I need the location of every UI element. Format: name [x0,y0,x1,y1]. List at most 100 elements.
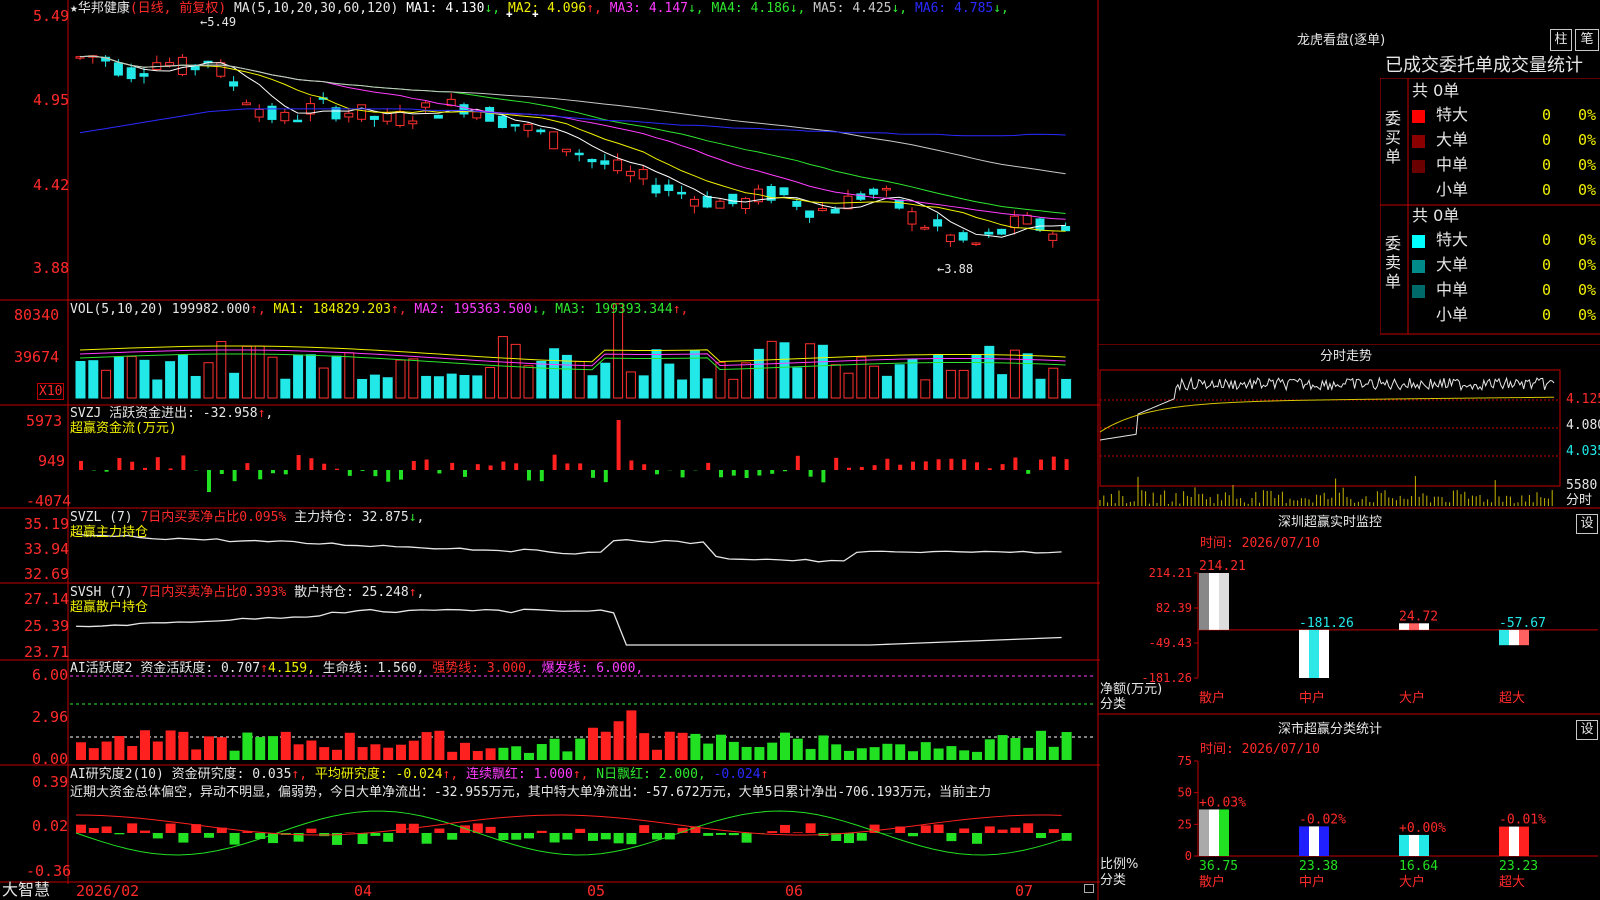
stats-title: 已成交委托单成交量统计 [1385,55,1583,76]
ma-line-1 [79,55,1066,238]
candle-body [945,234,955,243]
volume-bar [766,340,777,399]
candle-body [715,200,725,209]
volume-bar [677,379,688,399]
candle-body [497,115,507,129]
svzj-sub: 超赢资金流(万元) [70,421,177,436]
volume-bar [293,354,304,399]
buy-row-count: 0 [1542,131,1552,149]
volume-bar [203,362,214,399]
svsh-sub: 超赢散户持仓 [70,600,149,615]
volume-bar [510,343,521,399]
intraday-price-1: 4.125 [1566,392,1600,407]
fund-flow-bar [104,470,109,472]
volume-bar [817,344,828,399]
bar-mode-button[interactable]: 柱 [1550,29,1572,51]
activity-bar [754,747,765,760]
research-bar [1010,827,1021,833]
candle-body [229,81,239,87]
candle-body [613,159,623,172]
research-bar [344,832,355,833]
research-bar [997,829,1008,833]
research-bar [114,833,125,835]
lock-icon[interactable] [1084,884,1094,893]
research-bar [613,833,624,844]
buy-row-pct: 0% [1578,106,1597,124]
volume-bar [446,373,457,399]
sell-row-pct: 0% [1578,281,1597,299]
volume-bar [357,378,368,399]
candle-body [126,67,136,80]
sell-color-swatch [1412,285,1425,298]
research-bar [959,828,970,833]
activity-bar [1023,747,1034,760]
classify-chart[interactable]: 75 50 25 0 +0.03% 36.75散户 -0.02% 23.38中户 +0.00% 1… [1098,716,1600,900]
research-bar [127,823,138,833]
svzl-series [75,533,1062,563]
bar-大户 [1399,834,1409,856]
research-bar [434,828,445,833]
price-tick-2: 4.95 [33,91,70,109]
volume-bar [408,358,419,399]
volume-bar [485,367,496,399]
activity-bar [716,734,726,760]
activity-bar [946,746,957,760]
activity-bar [229,750,240,760]
vol-unit[interactable]: X10 [37,383,65,400]
research-bar [76,824,86,833]
candle-body [600,160,610,165]
main-chart-canvas[interactable]: ✚✚ [0,0,1100,900]
volume-bar [433,376,444,399]
activity-bar [805,748,816,760]
fund-flow-bar [347,470,352,476]
activity-bar [165,730,176,760]
activity-bar [613,721,624,760]
volume-bar [75,360,86,399]
volume-bar [472,375,483,399]
xaxis-label-3: 05 [587,882,606,900]
monitor-chart[interactable]: 214.2182.39-49.43-181.26214.21散户-181.26中… [1098,510,1600,716]
classify-settings-button[interactable]: 设 [1576,720,1598,740]
activity-bar [114,736,125,760]
candle-body [549,131,559,150]
classify-xlabel: 分类 [1100,873,1127,888]
bar-value-label: 23.38 [1299,859,1338,874]
research-bar [728,833,739,836]
classify-time: 时间: 2026/07/10 [1200,742,1320,757]
star-icon[interactable]: ★ [70,1,78,16]
fund-flow-bar [1013,457,1018,470]
research-bar [447,833,458,840]
tick-mode-button[interactable]: 笔 [1575,29,1599,51]
moving-average-lines: ✚✚ [79,7,1066,238]
bar-value-label: -0.02% [1299,812,1346,827]
volume-bar [971,354,982,399]
activity-bar [562,751,573,760]
bar-散户 [1199,809,1209,856]
candle-body [984,231,994,235]
price-tick-4: 3.88 [33,259,70,277]
candle-body [830,208,840,214]
intraday-chart[interactable] [1098,344,1600,510]
candle-body [344,112,354,118]
activity-bar [268,736,278,760]
bar-chart-ytick: -49.43 [1149,636,1192,650]
volume-ma-line-3 [79,353,1066,371]
volume-bar [395,359,406,399]
monitor-settings-button[interactable]: 设 [1576,514,1598,534]
stock-name: 华邦健康 [77,1,130,16]
candle-body [920,226,930,230]
candle-body [894,199,904,209]
candle-body [459,104,469,115]
sell-row-count: 0 [1542,306,1552,324]
candle-body [805,210,815,218]
candle-body [1022,214,1032,225]
bar-chart-ytick: 75 [1178,754,1192,768]
fund-flow-bar [642,464,647,470]
bar-category-label: 超大 [1499,691,1525,706]
bar-value-label: 36.75 [1199,859,1238,874]
volume-bar [318,367,329,399]
candle-body [664,184,674,192]
chart-mode[interactable]: (日线, 前复权) [130,1,226,16]
bar-散户 [1219,809,1229,856]
bar-value-label: -57.67 [1499,616,1546,631]
